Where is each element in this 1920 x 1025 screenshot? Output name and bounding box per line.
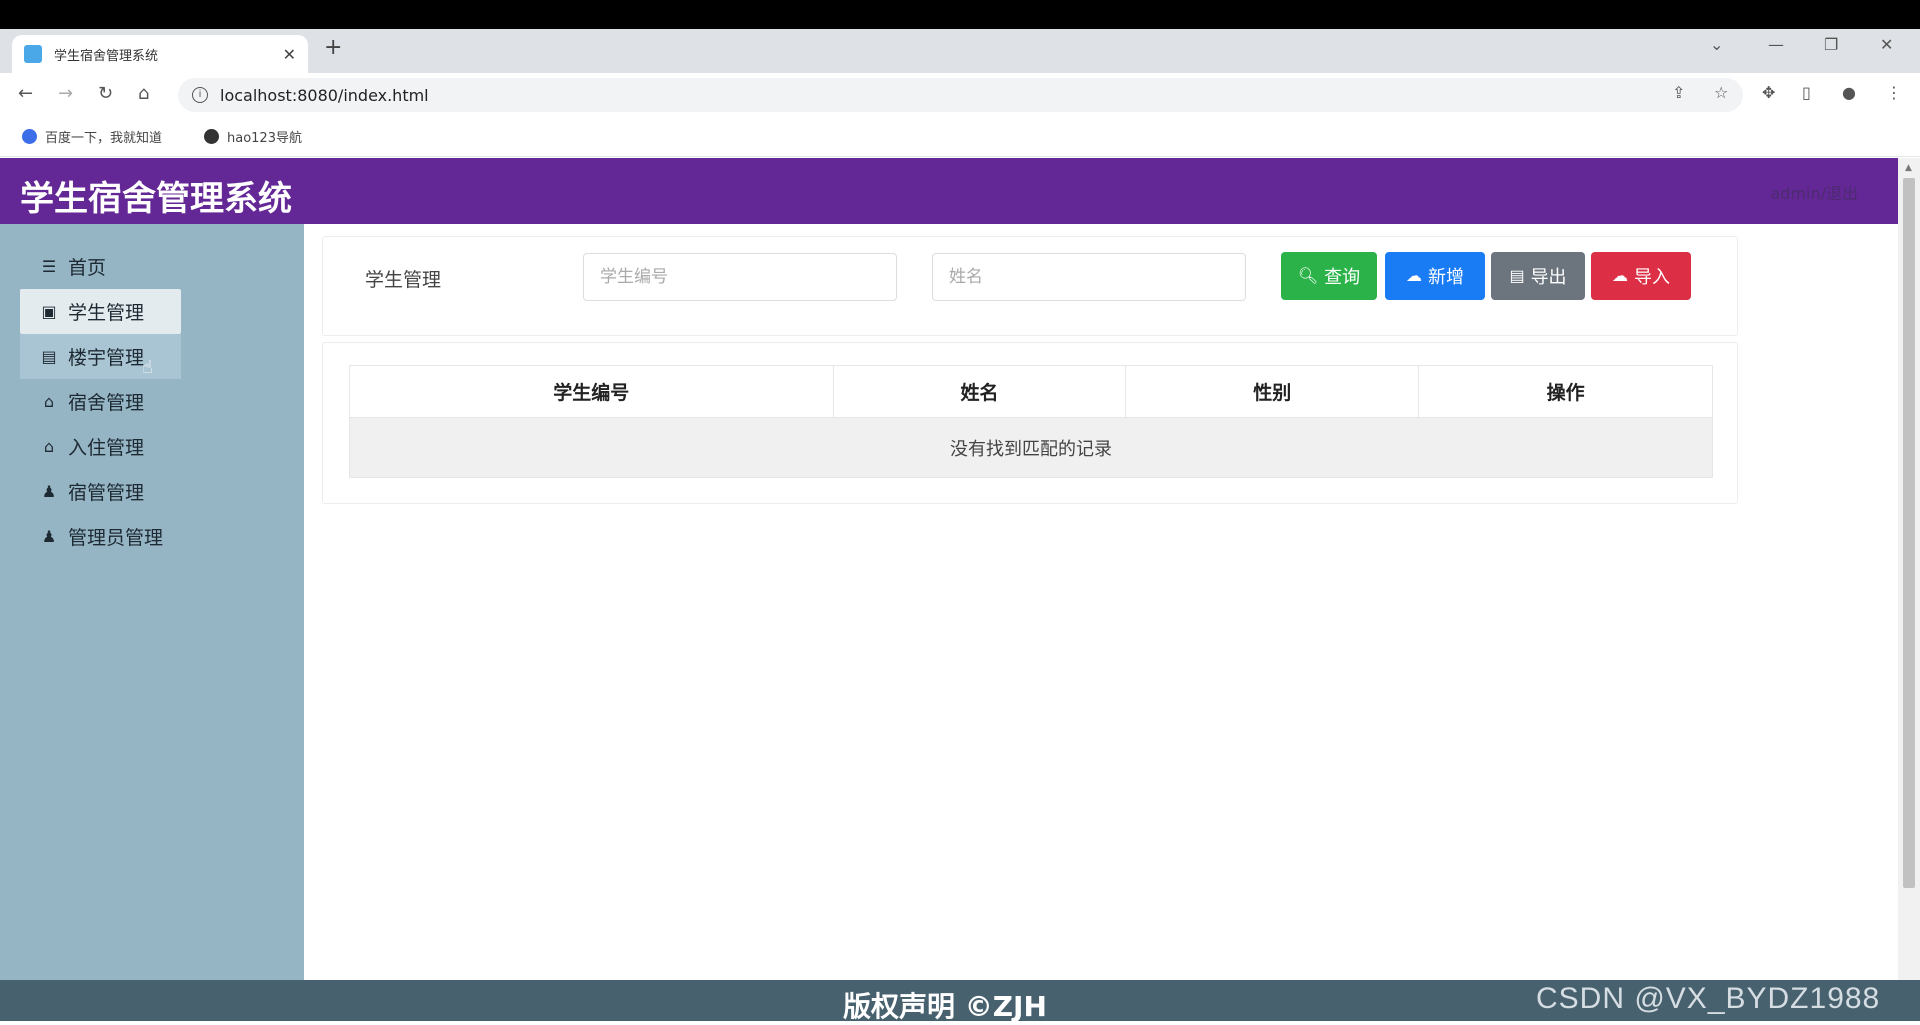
back-icon[interactable]: ← (18, 83, 33, 104)
sidebar-item-checkin[interactable]: ⌂ 入住管理 (20, 424, 181, 469)
students-table: 学生编号 姓名 性别 操作 没有找到匹配的记录 (349, 365, 1713, 478)
name-input[interactable] (932, 253, 1246, 301)
add-user-icon: ☁ (1406, 268, 1422, 285)
upload-icon: ☁ (1612, 268, 1628, 285)
sidebar-item-label: 首页 (68, 257, 107, 279)
minimize-icon[interactable]: — (1768, 35, 1784, 54)
app-title: 学生宿舍管理系统 (20, 179, 292, 219)
empty-message: 没有找到匹配的记录 (349, 417, 1713, 478)
student-no-input[interactable] (583, 253, 897, 301)
sidebar-item-label: 宿舍管理 (68, 392, 145, 414)
browser-tab[interactable]: 学生宿舍管理系统 ✕ (12, 35, 308, 73)
bookmarks-bar: 百度一下，我就知道 hao123导航 (0, 117, 1920, 157)
screen-top-bar (0, 0, 1920, 29)
column-header-student-no[interactable]: 学生编号 (349, 365, 834, 418)
query-label: 查询 (1324, 267, 1361, 287)
column-header-name[interactable]: 姓名 (832, 365, 1127, 418)
url-text: localhost:8080/index.html (220, 85, 429, 105)
globe-icon (204, 129, 219, 144)
app-header: 学生宿舍管理系统 admin/退出 (0, 158, 1898, 224)
import-button[interactable]: ☁ 导入 (1591, 252, 1691, 300)
site-info-icon[interactable]: i (192, 87, 208, 103)
add-label: 新增 (1428, 267, 1464, 287)
sidebar-item-label: 楼宇管理 (68, 347, 145, 369)
export-label: 导出 (1530, 267, 1567, 287)
new-tab-button[interactable]: + (324, 35, 342, 60)
scrollbar-thumb[interactable] (1903, 178, 1915, 888)
baidu-icon (22, 129, 37, 144)
watermark-text: CSDN @VX_BYDZ1988 (1536, 982, 1881, 1015)
add-button[interactable]: ☁ 新增 (1385, 252, 1485, 300)
profile-icon[interactable]: ● (1842, 83, 1856, 102)
sidebar-item-label: 宿管管理 (68, 482, 145, 504)
home-icon[interactable]: ⌂ (138, 83, 149, 104)
table-panel: 学生编号 姓名 性别 操作 没有找到匹配的记录 (322, 342, 1738, 504)
menu-icon: ☰ (41, 257, 57, 276)
address-bar: ← → ↻ ⌂ i localhost:8080/index.html ⇪ ☆ … (0, 73, 1920, 117)
tab-title: 学生宿舍管理系统 (54, 48, 159, 64)
query-button[interactable]: 🔍︎ 查询 (1281, 252, 1377, 300)
omnibox[interactable]: i localhost:8080/index.html (178, 78, 1743, 112)
copyright-text: 版权声明 ©ZJH (843, 990, 1047, 1023)
menu-icon[interactable]: ⋮ (1886, 83, 1902, 102)
sidebar-item-buildings[interactable]: ▤ 楼宇管理 (20, 334, 181, 379)
user-icon: ♟ (41, 527, 57, 546)
sidebar-item-label: 入住管理 (68, 437, 145, 459)
sidebar-item-dorm-managers[interactable]: ♟ 宿管管理 (20, 469, 181, 514)
bookmark-baidu[interactable]: 百度一下，我就知道 (22, 127, 162, 146)
sidebar-item-dorms[interactable]: ⌂ 宿舍管理 (20, 379, 181, 424)
panel-title: 学生管理 (365, 269, 442, 291)
page-scrollbar[interactable]: ▲ (1898, 158, 1920, 980)
bookmark-label: 百度一下，我就知道 (45, 131, 163, 146)
search-panel: 学生管理 🔍︎ 查询 ☁ 新增 ▤ 导出 ☁ 导入 (322, 236, 1738, 336)
sidebar-item-admins[interactable]: ♟ 管理员管理 (20, 514, 181, 559)
extensions-icon[interactable]: ✥ (1762, 83, 1775, 102)
logout-link[interactable]: admin/退出 (1770, 180, 1858, 204)
restore-icon[interactable]: ❐ (1824, 35, 1838, 54)
forward-icon[interactable]: → (58, 83, 73, 104)
id-card-icon: ▣ (41, 302, 57, 321)
table-header-row: 学生编号 姓名 性别 操作 (349, 365, 1713, 418)
tab-close-icon[interactable]: ✕ (283, 45, 296, 64)
tab-search-icon[interactable]: ⌄ (1710, 35, 1723, 54)
sidebar-item-students[interactable]: ▣ 学生管理 (20, 289, 181, 334)
mouse-cursor-icon: ☝ (142, 357, 153, 378)
sidebar: ☰ 首页 ▣ 学生管理 ▤ 楼宇管理 ⌂ 宿舍管理 ⌂ 入住管理 ♟ 宿管管理 … (0, 224, 304, 980)
home-icon: ⌂ (43, 392, 55, 411)
user-icon: ♟ (41, 482, 57, 501)
sidebar-item-label: 管理员管理 (68, 527, 164, 549)
column-header-gender[interactable]: 性别 (1125, 365, 1420, 418)
home-icon: ⌂ (43, 437, 55, 456)
scroll-up-icon[interactable]: ▲ (1905, 163, 1912, 173)
browser-tabstrip: 学生宿舍管理系统 ✕ + ⌄ — ❐ ✕ (0, 29, 1920, 73)
table-row: 没有找到匹配的记录 (349, 417, 1713, 478)
reload-icon[interactable]: ↻ (98, 83, 113, 104)
footer: 版权声明 ©ZJH CSDN @VX_BYDZ1988 (0, 980, 1920, 1023)
import-label: 导入 (1634, 267, 1670, 287)
file-icon: ▤ (1509, 268, 1525, 285)
sidebar-item-label: 学生管理 (68, 302, 145, 324)
share-icon[interactable]: ⇪ (1672, 83, 1685, 102)
column-header-actions: 操作 (1418, 365, 1713, 418)
bookmark-hao123[interactable]: hao123导航 (204, 127, 302, 146)
export-button[interactable]: ▤ 导出 (1491, 252, 1585, 300)
sidebar-item-home[interactable]: ☰ 首页 (20, 244, 181, 289)
bank-icon: ▤ (41, 347, 57, 366)
bookmark-star-icon[interactable]: ☆ (1714, 83, 1728, 102)
sidepanel-icon[interactable]: ▯ (1802, 83, 1811, 102)
bookmark-label: hao123导航 (227, 131, 302, 146)
search-icon: 🔍︎ (1297, 268, 1319, 285)
window-close-icon[interactable]: ✕ (1880, 35, 1893, 54)
favicon-icon (24, 45, 42, 63)
